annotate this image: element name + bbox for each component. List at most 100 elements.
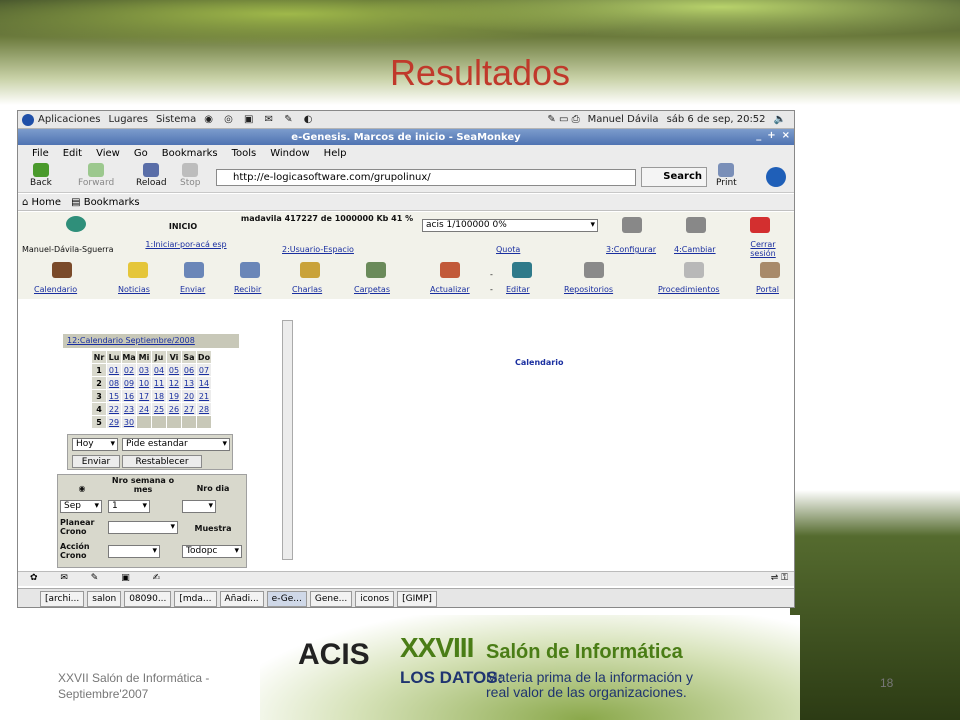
folders-icon[interactable] bbox=[366, 262, 386, 278]
home-gear-icon[interactable] bbox=[66, 216, 86, 232]
menu-window[interactable]: Window bbox=[270, 148, 309, 159]
day-link[interactable]: 08 bbox=[106, 376, 122, 390]
todopc-select[interactable]: Todopc bbox=[182, 545, 242, 558]
day-link[interactable]: 18 bbox=[151, 389, 167, 403]
close-x-icon[interactable] bbox=[750, 217, 770, 233]
day-link[interactable]: 02 bbox=[121, 363, 137, 377]
link-quota[interactable]: Quota bbox=[496, 245, 520, 254]
day-link[interactable]: 28 bbox=[196, 402, 212, 416]
day-link[interactable]: 25 bbox=[151, 402, 167, 416]
accion-select[interactable] bbox=[108, 545, 160, 558]
menu-edit[interactable]: Edit bbox=[63, 148, 82, 159]
link-calendario[interactable]: Calendario bbox=[34, 285, 77, 294]
link-noticias[interactable]: Noticias bbox=[118, 285, 150, 294]
task-gene[interactable]: Gene... bbox=[309, 590, 353, 607]
chats-icon[interactable] bbox=[300, 262, 320, 278]
radio-button[interactable]: ◉ bbox=[76, 484, 88, 493]
menu-tools[interactable]: Tools bbox=[232, 148, 257, 159]
menu-view[interactable]: View bbox=[96, 148, 120, 159]
collapse-icon[interactable] bbox=[622, 217, 642, 233]
print-button[interactable]: Print bbox=[716, 163, 737, 188]
calendar-title-link[interactable]: 12:Calendario Septiembre/2008 bbox=[63, 334, 239, 348]
menu-aplicaciones[interactable]: Aplicaciones bbox=[38, 114, 100, 125]
acis-select[interactable]: acis 1/100000 0% bbox=[422, 219, 598, 232]
search-button[interactable]: Search bbox=[641, 167, 707, 187]
bookmarks-link[interactable]: ▤ Bookmarks bbox=[71, 197, 140, 208]
enviar-button[interactable]: Enviar bbox=[72, 455, 120, 468]
stop-button[interactable]: Stop bbox=[180, 163, 200, 188]
expand-icon[interactable] bbox=[686, 217, 706, 233]
window-titlebar[interactable]: e-Genesis. Marcos de inicio - SeaMonkey … bbox=[18, 129, 794, 145]
task-gimp[interactable]: [GIMP] bbox=[397, 590, 437, 607]
launcher-icons[interactable]: ◉ ◎ ▣ ✉ ✎ ◐ bbox=[204, 114, 316, 125]
close-button[interactable]: × bbox=[782, 130, 790, 141]
day-link[interactable]: 12 bbox=[166, 376, 182, 390]
day-link[interactable]: 20 bbox=[181, 389, 197, 403]
planear-select[interactable] bbox=[108, 521, 178, 534]
mes-select[interactable]: Sep bbox=[60, 500, 102, 513]
link-carpetas[interactable]: Carpetas bbox=[354, 285, 390, 294]
day-link[interactable]: 23 bbox=[121, 402, 137, 416]
day-link[interactable]: 22 bbox=[106, 402, 122, 416]
link-iniciar[interactable]: 1:Iniciar-por-acá esp bbox=[142, 240, 230, 249]
day-link[interactable]: 11 bbox=[151, 376, 167, 390]
task-mda[interactable]: [mda... bbox=[174, 590, 217, 607]
restablecer-button[interactable]: Restablecer bbox=[122, 455, 202, 468]
menu-sistema[interactable]: Sistema bbox=[156, 114, 196, 125]
link-recibir[interactable]: Recibir bbox=[234, 285, 261, 294]
link-repositorios[interactable]: Repositorios bbox=[564, 285, 613, 294]
day-link[interactable]: 10 bbox=[136, 376, 152, 390]
menu-help[interactable]: Help bbox=[324, 148, 347, 159]
day-link[interactable]: 21 bbox=[196, 389, 212, 403]
link-editar[interactable]: Editar bbox=[506, 285, 530, 294]
repositories-icon[interactable] bbox=[584, 262, 604, 278]
update-icon[interactable] bbox=[440, 262, 460, 278]
forward-button[interactable]: Forward bbox=[78, 163, 114, 188]
day-link[interactable]: 05 bbox=[166, 363, 182, 377]
link-actualizar[interactable]: Actualizar bbox=[430, 285, 470, 294]
news-icon[interactable] bbox=[128, 262, 148, 278]
home-link[interactable]: ⌂ Home bbox=[22, 197, 61, 208]
procedures-icon[interactable] bbox=[684, 262, 704, 278]
day-link[interactable]: 30 bbox=[121, 415, 137, 429]
left-frame-scrollbar[interactable] bbox=[282, 320, 293, 560]
task-salon[interactable]: salon bbox=[87, 590, 122, 607]
link-cambiar[interactable]: 4:Cambiar bbox=[674, 245, 716, 254]
link-configurar[interactable]: 3:Configurar bbox=[606, 245, 656, 254]
link-usuario-espacio[interactable]: 2:Usuario-Espacio bbox=[282, 245, 354, 254]
reload-button[interactable]: Reload bbox=[136, 163, 167, 188]
day-link[interactable]: 07 bbox=[196, 363, 212, 377]
tray-icons[interactable]: ✎ ▭ ⎙ bbox=[547, 114, 579, 125]
calendar-icon[interactable] bbox=[52, 262, 72, 278]
link-portal[interactable]: Portal bbox=[756, 285, 779, 294]
menu-bookmarks[interactable]: Bookmarks bbox=[162, 148, 218, 159]
receive-mail-icon[interactable] bbox=[240, 262, 260, 278]
day-link[interactable]: 14 bbox=[196, 376, 212, 390]
panel-user[interactable]: Manuel Dávila bbox=[588, 114, 659, 125]
volume-icon[interactable]: 🔈 bbox=[774, 114, 786, 125]
task-egenesis[interactable]: e-Ge... bbox=[266, 590, 307, 607]
day-link[interactable]: 16 bbox=[121, 389, 137, 403]
menu-file[interactable]: File bbox=[32, 148, 49, 159]
pide-select[interactable]: Pide estandar bbox=[122, 438, 230, 451]
day-link[interactable]: 01 bbox=[106, 363, 122, 377]
day-link[interactable]: 27 bbox=[181, 402, 197, 416]
status-icons[interactable]: ✿ ✉ ✎ ▣ ✍ bbox=[30, 573, 170, 583]
fedora-icon[interactable] bbox=[22, 113, 34, 126]
hoy-select[interactable]: Hoy bbox=[72, 438, 118, 451]
day-link[interactable]: 06 bbox=[181, 363, 197, 377]
day-link[interactable]: 15 bbox=[106, 389, 122, 403]
day-link[interactable]: 17 bbox=[136, 389, 152, 403]
menu-go[interactable]: Go bbox=[134, 148, 148, 159]
back-button[interactable]: Back bbox=[30, 163, 52, 188]
send-mail-icon[interactable] bbox=[184, 262, 204, 278]
link-enviar[interactable]: Enviar bbox=[180, 285, 205, 294]
portal-icon[interactable] bbox=[760, 262, 780, 278]
link-charlas[interactable]: Charlas bbox=[292, 285, 322, 294]
day-link[interactable]: 26 bbox=[166, 402, 182, 416]
panel-clock[interactable]: sáb 6 de sep, 20:52 bbox=[667, 114, 766, 125]
day-link[interactable]: 04 bbox=[151, 363, 167, 377]
day-link[interactable]: 19 bbox=[166, 389, 182, 403]
url-bar[interactable]: http://e-logicasoftware.com/grupolinux/ bbox=[216, 169, 636, 186]
task-anadi[interactable]: Añadi... bbox=[219, 590, 264, 607]
